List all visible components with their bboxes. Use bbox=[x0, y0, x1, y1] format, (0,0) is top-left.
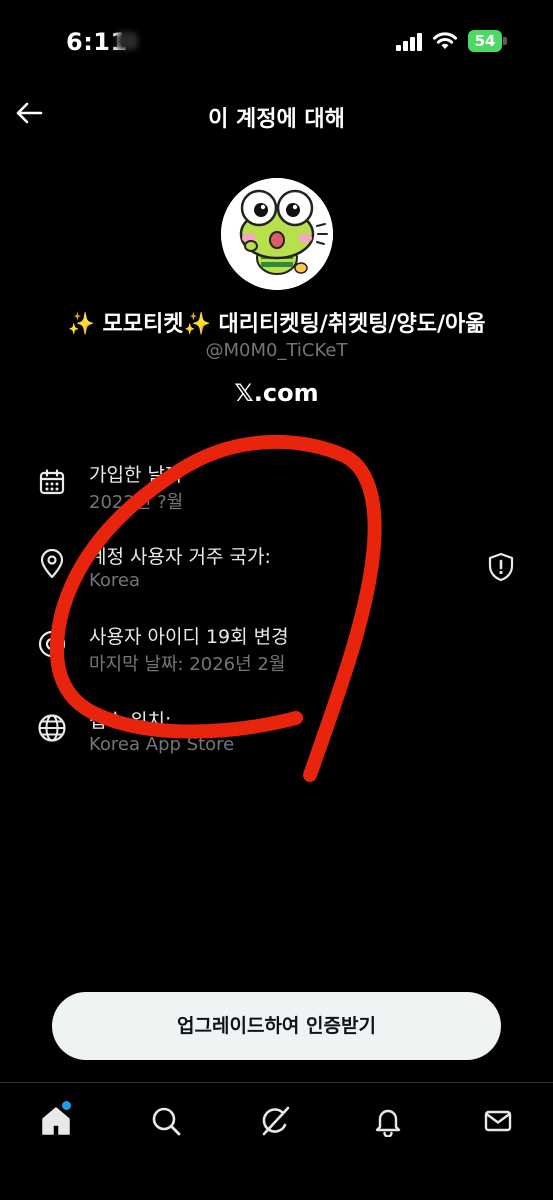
battery-level: 54 bbox=[474, 32, 496, 50]
status-bar: 6:11 54 bbox=[0, 0, 553, 80]
frog-character-avatar-icon bbox=[221, 178, 333, 290]
tab-home[interactable] bbox=[36, 1101, 76, 1141]
tab-search[interactable] bbox=[146, 1101, 186, 1141]
connected-via-label: 접속 위치: bbox=[89, 710, 172, 732]
at-sign-icon bbox=[36, 628, 68, 660]
joined-date-value: 2022년 ?월 bbox=[89, 492, 184, 513]
joined-date-label: 가입한 날짜 bbox=[89, 464, 183, 486]
joined-date-row: 가입한 날짜 2022년 ?월 bbox=[0, 460, 553, 524]
sparkle-emoji: ✨ bbox=[183, 312, 211, 337]
avatar[interactable] bbox=[221, 178, 333, 290]
calendar-icon bbox=[36, 466, 68, 498]
blurred-status-icon bbox=[116, 32, 138, 50]
page-title: 이 계정에 대해 bbox=[208, 107, 345, 132]
display-name-part: 모모티켓 bbox=[94, 312, 184, 337]
bell-icon bbox=[375, 1109, 401, 1137]
username-changes-label: 사용자 아이디 19회 변경 bbox=[89, 626, 289, 648]
display-name: ✨ 모모티켓✨ 대리티켓팅/취켓팅/양도/아옮 bbox=[0, 306, 553, 338]
tab-messages[interactable] bbox=[478, 1101, 518, 1141]
display-name-part: 대리티켓팅/취켓팅/양도/아옮 bbox=[210, 312, 486, 337]
battery-icon: 54 bbox=[468, 30, 508, 52]
search-icon bbox=[152, 1107, 181, 1136]
sparkle-emoji: ✨ bbox=[67, 312, 95, 337]
wifi-icon bbox=[433, 32, 457, 49]
username-changes-value: 마지막 날짜: 2026년 2월 bbox=[89, 654, 286, 675]
country-row: 계정 사용자 거주 국가: Korea bbox=[0, 542, 553, 606]
location-pin-icon bbox=[36, 548, 68, 580]
mail-icon bbox=[484, 1110, 512, 1132]
globe-icon bbox=[36, 712, 68, 744]
username-changes-row: 사용자 아이디 19회 변경 마지막 날짜: 2026년 2월 bbox=[0, 622, 553, 686]
unread-dot bbox=[62, 1101, 71, 1110]
country-value: Korea bbox=[89, 570, 141, 591]
connected-via-row: 접속 위치: Korea App Store bbox=[0, 706, 553, 770]
about-account-screen: 6:11 54 이 계정에 대해 ✨ 모모티켓✨ 대리티켓팅/취켓팅/양도/아옮… bbox=[0, 0, 553, 1200]
platform-label: 𝕏.com bbox=[234, 379, 319, 407]
grok-icon bbox=[262, 1106, 290, 1136]
upgrade-verify-button[interactable]: 업그레이드하여 인증받기 bbox=[52, 992, 501, 1060]
header: 이 계정에 대해 bbox=[0, 88, 553, 140]
bottom-tab-bar bbox=[0, 1082, 553, 1200]
shield-alert-icon[interactable] bbox=[486, 552, 516, 582]
cellular-signal-icon bbox=[396, 33, 422, 51]
country-label: 계정 사용자 거주 국가: bbox=[89, 546, 271, 568]
tab-grok[interactable] bbox=[256, 1101, 296, 1141]
username-handle: @M0M0_TiCKeT bbox=[205, 340, 348, 361]
tab-notifications[interactable] bbox=[368, 1101, 408, 1141]
connected-via-value: Korea App Store bbox=[89, 734, 235, 755]
